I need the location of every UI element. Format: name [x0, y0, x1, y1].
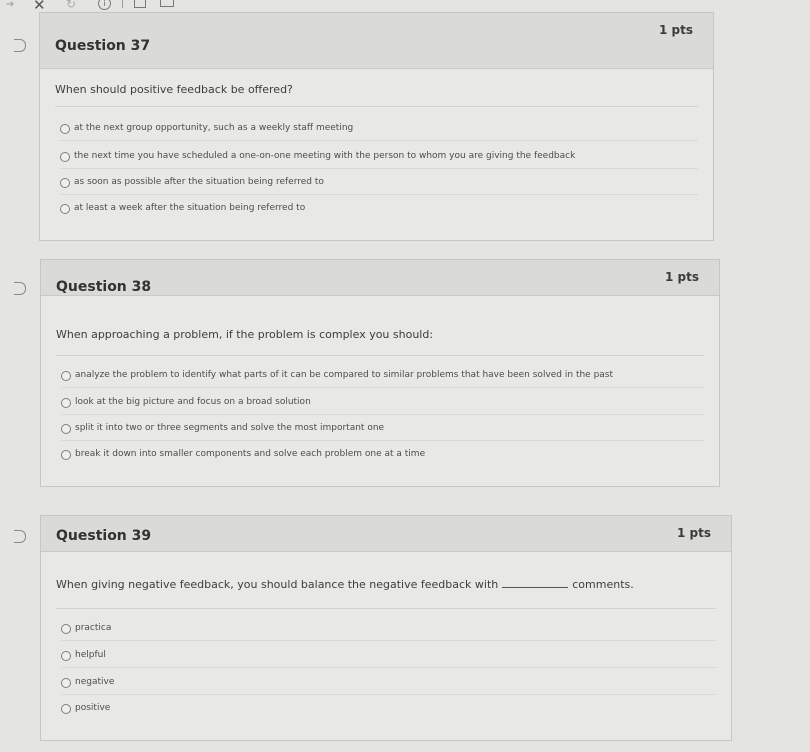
flag-question-icon[interactable] [14, 39, 26, 52]
question-header: Question 38 1 pts [41, 260, 719, 296]
toolbar-divider [122, 0, 123, 8]
question-text-before: When giving negative feedback, you shoul… [56, 578, 499, 591]
answer-label: at the next group opportunity, such as a… [74, 123, 354, 133]
answer-label: practica [75, 623, 112, 633]
question-text: When giving negative feedback, you shoul… [56, 578, 634, 591]
answer-option[interactable]: negative [61, 677, 716, 695]
answer-option[interactable]: analyze the problem to identify what par… [61, 370, 704, 388]
flag-question-icon[interactable] [14, 530, 26, 543]
answer-label: split it into two or three segments and … [75, 423, 385, 433]
radio-button[interactable] [61, 371, 71, 381]
answer-option[interactable]: at the next group opportunity, such as a… [60, 123, 698, 141]
radio-button[interactable] [61, 398, 71, 408]
radio-button[interactable] [61, 450, 71, 460]
radio-button[interactable] [61, 651, 71, 661]
answer-option[interactable]: at least a week after the situation bein… [60, 203, 698, 219]
question-title: Question 37 [55, 38, 151, 54]
answer-label: as soon as possible after the situation … [74, 177, 324, 187]
question-header: Question 37 1 pts [40, 13, 713, 69]
answer-option[interactable]: practica [61, 623, 716, 641]
browser-toolbar: ➔ ✕ ↻ i [0, 0, 200, 14]
question-points: 1 pts [659, 23, 693, 37]
radio-button[interactable] [60, 204, 70, 214]
answer-option[interactable]: as soon as possible after the situation … [60, 177, 698, 195]
answer-label: positive [75, 703, 111, 713]
answer-option[interactable]: break it down into smaller components an… [61, 449, 704, 465]
window-icon[interactable] [160, 0, 174, 7]
radio-button[interactable] [60, 124, 70, 134]
answer-label: negative [75, 677, 115, 687]
question-text-after: comments. [572, 578, 634, 591]
radio-button[interactable] [61, 704, 71, 714]
question-card-37: Question 37 1 pts When should positive f… [39, 12, 714, 241]
question-card-39: Question 39 1 pts When giving negative f… [40, 515, 732, 741]
radio-button[interactable] [61, 424, 71, 434]
question-points: 1 pts [677, 526, 711, 540]
question-title: Question 38 [56, 279, 152, 295]
radio-button[interactable] [60, 152, 70, 162]
divider [56, 355, 704, 356]
answer-option[interactable]: helpful [61, 650, 716, 668]
back-arrow-icon[interactable]: ➔ [6, 0, 14, 10]
answer-option[interactable]: positive [61, 703, 716, 719]
question-header: Question 39 1 pts [41, 516, 731, 552]
page-icon[interactable] [134, 0, 146, 8]
fill-in-blank [502, 578, 569, 588]
answer-option[interactable]: look at the big picture and focus on a b… [61, 397, 704, 415]
info-icon[interactable]: i [98, 0, 111, 10]
answer-label: break it down into smaller components an… [75, 449, 426, 459]
radio-button[interactable] [61, 624, 71, 634]
question-card-38: Question 38 1 pts When approaching a pro… [40, 259, 720, 487]
radio-button[interactable] [61, 678, 71, 688]
answer-label: analyze the problem to identify what par… [75, 370, 614, 380]
answer-label: helpful [75, 650, 106, 660]
question-points: 1 pts [665, 270, 699, 284]
radio-button[interactable] [60, 178, 70, 188]
divider [55, 106, 698, 107]
refresh-icon[interactable]: ↻ [66, 0, 76, 11]
divider [56, 608, 716, 609]
question-text: When approaching a problem, if the probl… [56, 328, 434, 341]
question-text: When should positive feedback be offered… [55, 83, 293, 96]
question-title: Question 39 [56, 528, 152, 544]
answer-label: at least a week after the situation bein… [74, 203, 306, 213]
answer-option[interactable]: the next time you have scheduled a one-o… [60, 151, 698, 169]
answer-option[interactable]: split it into two or three segments and … [61, 423, 704, 441]
flag-question-icon[interactable] [14, 282, 26, 295]
answer-label: the next time you have scheduled a one-o… [74, 151, 576, 161]
answer-label: look at the big picture and focus on a b… [75, 397, 311, 407]
